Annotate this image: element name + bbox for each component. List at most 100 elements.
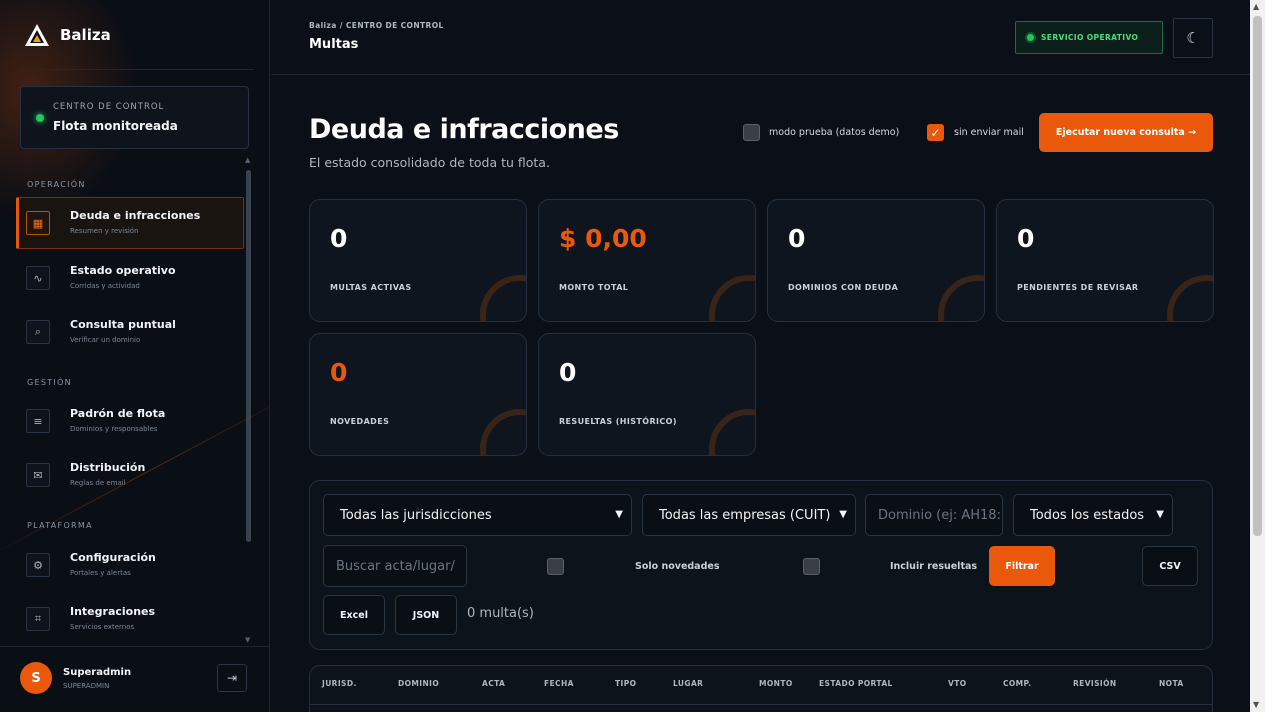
check-icon: ✓: [930, 125, 941, 140]
status-text: SERVICIO OPERATIVO: [1041, 33, 1139, 42]
main-title: Deuda e infracciones: [309, 114, 619, 145]
column-header[interactable]: COMP.: [1003, 679, 1031, 688]
integration-icon: ⌗: [26, 607, 50, 631]
sidebar-item-sub: Verificar un dominio: [70, 336, 141, 344]
stat-card-novedades: 0 NOVEDADES: [309, 333, 527, 456]
no-mail-label: sin enviar mail: [954, 127, 1024, 138]
company-select-value: Todas las empresas (CUIT): [659, 507, 831, 523]
page-scrollbar-thumb[interactable]: [1253, 16, 1262, 536]
column-header[interactable]: JURISD.: [322, 679, 357, 688]
jurisdiction-select[interactable]: Todas las jurisdicciones ▼: [323, 494, 632, 536]
page-scroll-up-icon[interactable]: ▲: [1253, 2, 1259, 11]
user-role: SUPERADMIN: [63, 682, 110, 690]
no-mail-checkbox[interactable]: ✓: [927, 124, 944, 141]
section-label-plataforma: PLATAFORMA: [27, 521, 93, 530]
stat-label: MULTAS ACTIVAS: [330, 283, 412, 292]
sidebar-item-consulta[interactable]: ⌕ Consulta puntual Verificar un dominio: [16, 306, 244, 358]
section-label-gestion: GESTIÓN: [27, 378, 72, 387]
logout-icon: ⇥: [226, 671, 238, 685]
only-news-label: Solo novedades: [635, 561, 720, 572]
column-header[interactable]: ESTADO PORTAL: [819, 679, 893, 688]
json-button[interactable]: JSON: [395, 595, 457, 635]
theme-toggle-button[interactable]: ☾: [1173, 18, 1213, 58]
sidebar-item-deuda[interactable]: ▦ Deuda e infracciones Resumen y revisió…: [16, 197, 244, 249]
decorative-ring: [1167, 275, 1213, 321]
sidebar-item-estado[interactable]: ∿ Estado operativo Corridas y actividad: [16, 252, 244, 304]
status-select[interactable]: Todos los estados ▼: [1013, 494, 1173, 536]
stat-card-monto-total: $ 0,00 MONTO TOTAL: [538, 199, 756, 322]
search-input-placeholder: Buscar acta/lugar/: [336, 558, 455, 574]
sidebar-scroll-up-icon[interactable]: ▲: [245, 156, 250, 164]
search-input[interactable]: Buscar acta/lugar/: [323, 545, 467, 587]
company-select[interactable]: Todas las empresas (CUIT) ▼: [642, 494, 856, 536]
demo-mode-checkbox[interactable]: [743, 124, 760, 141]
logout-button[interactable]: ⇥: [217, 664, 247, 692]
jurisdiction-select-value: Todas las jurisdicciones: [340, 507, 492, 523]
run-query-button[interactable]: Ejecutar nueva consulta →: [1039, 113, 1213, 152]
csv-button[interactable]: CSV: [1142, 546, 1198, 586]
stat-value: 0: [1017, 224, 1035, 253]
stat-card-resueltas: 0 RESUELTAS (HISTÓRICO): [538, 333, 756, 456]
sidebar-item-distribucion[interactable]: ✉ Distribución Reglas de email: [16, 449, 244, 501]
list-icon: ≡: [26, 409, 50, 433]
sidebar-item-title: Distribución: [70, 461, 146, 474]
sidebar-item-padron[interactable]: ≡ Padrón de flota Dominios y responsable…: [16, 395, 244, 447]
filter-button[interactable]: Filtrar: [989, 546, 1055, 586]
moon-icon: ☾: [1186, 29, 1200, 47]
stat-label: NOVEDADES: [330, 417, 390, 426]
column-header[interactable]: NOTA: [1159, 679, 1184, 688]
user-name: Superadmin: [63, 667, 132, 678]
control-center-card: CENTRO DE CONTROL Flota monitoreada: [20, 86, 249, 149]
stat-card-multas-activas: 0 MULTAS ACTIVAS: [309, 199, 527, 322]
sidebar-item-title: Configuración: [70, 551, 156, 564]
decorative-ring: [480, 409, 526, 455]
stat-value: 0: [330, 358, 348, 387]
page-title: Multas: [309, 37, 359, 52]
control-center-kicker: CENTRO DE CONTROL: [53, 102, 165, 112]
decorative-ring: [709, 409, 755, 455]
dashboard-icon: ▦: [26, 211, 50, 235]
activity-icon: ∿: [26, 266, 50, 290]
sidebar-item-integraciones[interactable]: ⌗ Integraciones Servicios externos: [16, 593, 244, 645]
sidebar-scroll-down-icon[interactable]: ▼: [245, 636, 250, 644]
avatar[interactable]: S: [20, 662, 52, 694]
only-news-checkbox[interactable]: [547, 558, 564, 575]
page-scroll-down-icon[interactable]: ▼: [1253, 700, 1259, 709]
sidebar-item-sub: Dominios y responsables: [70, 425, 158, 433]
mail-icon: ✉: [26, 463, 50, 487]
breadcrumb: Baliza / CENTRO DE CONTROL: [309, 21, 444, 30]
decorative-ring: [938, 275, 984, 321]
column-header[interactable]: DOMINIO: [398, 679, 439, 688]
column-header[interactable]: ACTA: [482, 679, 505, 688]
brand[interactable]: Baliza: [24, 22, 111, 48]
sidebar-scrollbar[interactable]: [246, 170, 251, 542]
status-badge: SERVICIO OPERATIVO: [1015, 21, 1163, 54]
column-header[interactable]: LUGAR: [673, 679, 703, 688]
main-lead: El estado consolidado de toda tu flota.: [309, 155, 550, 170]
status-dot: [1027, 34, 1034, 41]
demo-mode-label: modo prueba (datos demo): [769, 127, 900, 138]
include-resolved-checkbox[interactable]: [803, 558, 820, 575]
domain-input[interactable]: Dominio (ej: AH18:: [865, 494, 1003, 536]
stat-label: DOMINIOS CON DEUDA: [788, 283, 899, 292]
result-count: 0 multa(s): [467, 606, 534, 621]
gear-icon: ⚙: [26, 553, 50, 577]
sidebar-item-configuracion[interactable]: ⚙ Configuración Portales y alertas: [16, 539, 244, 591]
divider: [310, 704, 1212, 705]
brand-name: Baliza: [60, 26, 111, 44]
stat-value: $ 0,00: [559, 224, 647, 253]
status-select-value: Todos los estados: [1030, 507, 1145, 523]
column-header[interactable]: TIPO: [615, 679, 636, 688]
sidebar-item-title: Estado operativo: [70, 264, 176, 277]
column-header[interactable]: MONTO: [759, 679, 793, 688]
sidebar-item-sub: Corridas y actividad: [70, 282, 140, 290]
column-header[interactable]: VTO: [948, 679, 967, 688]
excel-button[interactable]: Excel: [323, 595, 385, 635]
stat-label: MONTO TOTAL: [559, 283, 629, 292]
include-resolved-label: Incluir resueltas: [890, 561, 978, 572]
column-header[interactable]: FECHA: [544, 679, 574, 688]
search-icon: ⌕: [26, 320, 50, 344]
column-header[interactable]: REVISIÓN: [1073, 679, 1117, 688]
stat-value: 0: [559, 358, 577, 387]
stat-value: 0: [788, 224, 806, 253]
